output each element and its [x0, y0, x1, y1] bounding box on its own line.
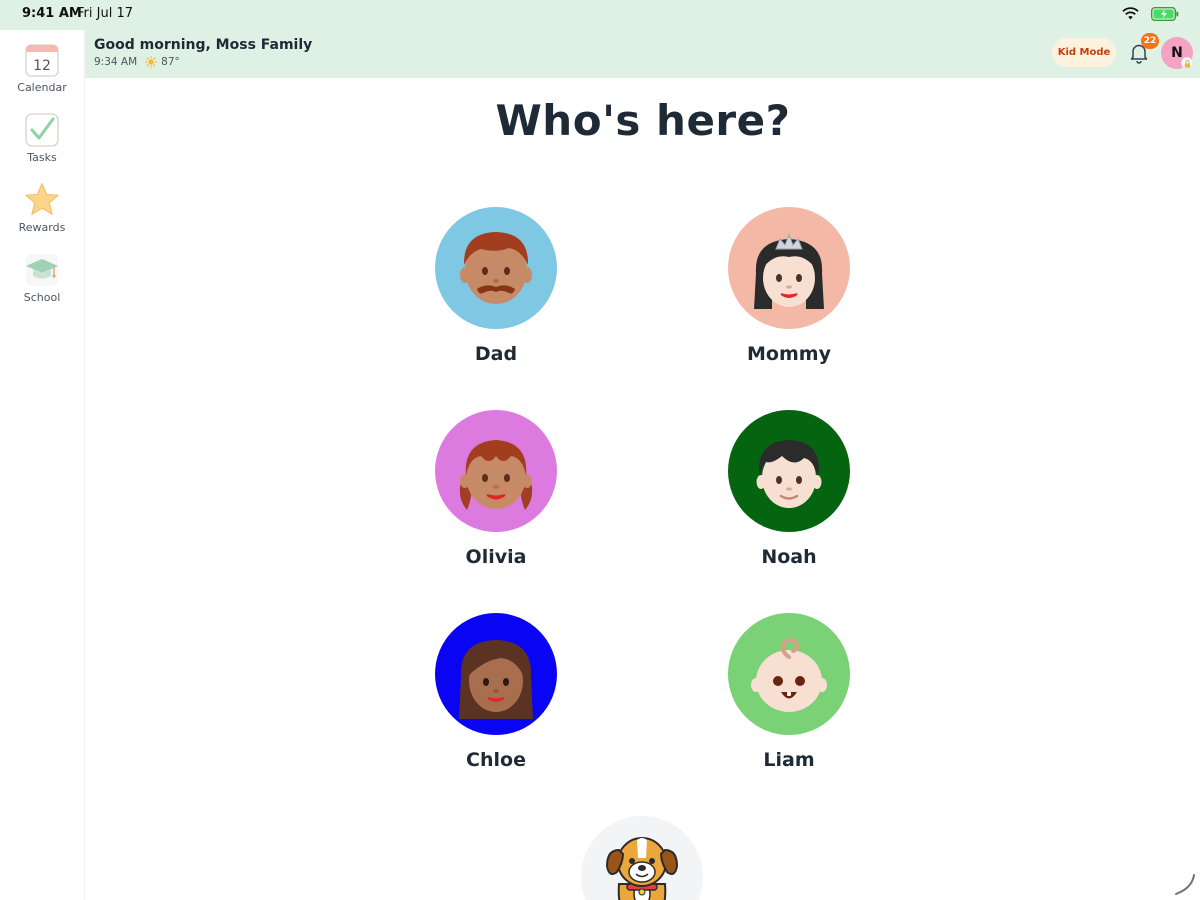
member-name: Mommy [747, 343, 831, 365]
sidebar-item-label: Rewards [18, 221, 66, 234]
member-name: Liam [763, 749, 815, 771]
calendar-day: 12 [33, 58, 51, 74]
member-avatar [728, 207, 850, 329]
kid-mode-button[interactable]: Kid Mode [1052, 38, 1116, 67]
sidebar-item-label: School [23, 291, 61, 304]
member-avatar [435, 613, 557, 735]
member-name: Noah [761, 546, 817, 568]
wifi-icon [1122, 7, 1139, 20]
pet-avatar[interactable] [581, 816, 703, 900]
header-subline: 9:34 AM 87° [94, 56, 180, 68]
graduation-cap-icon [24, 252, 60, 288]
sidebar: 12 Calendar Tasks Rewards School [0, 30, 85, 900]
member-noah[interactable]: Noah [704, 410, 874, 575]
sidebar-item-label: Calendar [17, 81, 67, 94]
member-avatar [728, 410, 850, 532]
sun-icon [145, 56, 158, 68]
star-icon [24, 182, 60, 218]
boy-face-icon [756, 440, 822, 508]
member-name: Dad [474, 343, 518, 365]
status-time: 9:41 AM [22, 6, 82, 21]
member-mommy[interactable]: Mommy [704, 207, 874, 372]
dog-icon [605, 837, 679, 900]
header-temperature: 87° [161, 56, 180, 68]
lock-icon [1181, 57, 1193, 69]
header-time: 9:34 AM [94, 56, 138, 68]
greeting-text: Good morning, Moss Family [94, 37, 313, 53]
sidebar-item-school[interactable]: School [0, 252, 84, 316]
member-liam[interactable]: Liam [704, 613, 874, 778]
member-avatar [435, 410, 557, 532]
girl-face-icon [459, 440, 533, 510]
member-chloe[interactable]: Chloe [411, 613, 581, 778]
sidebar-item-rewards[interactable]: Rewards [0, 182, 84, 246]
baby-face-icon [751, 638, 827, 712]
member-dad[interactable]: Dad [411, 207, 581, 372]
member-name: Olivia [465, 546, 527, 568]
calendar-icon: 12 [24, 42, 60, 78]
page-title: Who's here? [495, 96, 791, 145]
man-face-icon [460, 232, 532, 304]
member-avatar [728, 613, 850, 735]
battery-icon [1151, 7, 1179, 21]
woman-princess-icon [754, 233, 824, 309]
member-olivia[interactable]: Olivia [411, 410, 581, 575]
member-name: Chloe [466, 749, 526, 771]
notification-badge: 22 [1141, 33, 1159, 49]
scroll-indicator [1175, 874, 1195, 895]
member-avatar [435, 207, 557, 329]
status-date: Fri Jul 17 [77, 6, 133, 21]
sidebar-item-label: Tasks [27, 151, 57, 164]
woman-face-icon [459, 640, 533, 719]
